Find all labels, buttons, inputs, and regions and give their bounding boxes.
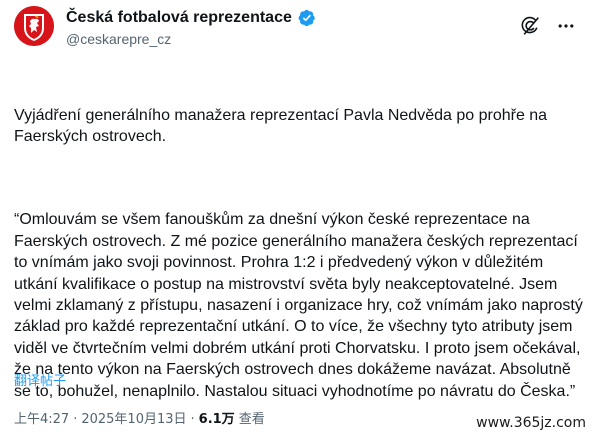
name-row: Česká fotbalová reprezentace: [66, 7, 486, 28]
views-count[interactable]: 6.1万: [199, 411, 235, 429]
grok-button[interactable]: [516, 12, 544, 40]
tweet-paragraph-intro: Vyjádření generálního manažera reprezent…: [14, 106, 552, 146]
avatar[interactable]: [14, 6, 54, 46]
more-options-button[interactable]: [552, 12, 580, 40]
tweet-meta: 上午4:27 · 2025年10月13日 · 6.1万 查看: [14, 411, 265, 429]
tweet-paragraph-quote: “Omlouvám se všem fanouškům za dnešní vý…: [14, 211, 588, 400]
translate-post-link[interactable]: 翻译帖子: [14, 373, 66, 391]
meta-separator: ·: [73, 412, 78, 427]
meta-separator: ·: [190, 412, 195, 427]
display-name[interactable]: Česká fotbalová reprezentace: [66, 7, 292, 28]
tweet-header: Česká fotbalová reprezentace @ceskarepre…: [14, 6, 580, 52]
header-actions: [516, 12, 580, 40]
post-time[interactable]: 上午4:27: [14, 411, 69, 429]
handle[interactable]: @ceskarepre_cz: [66, 29, 486, 49]
more-options-icon: [558, 24, 574, 28]
site-watermark: www.365jz.com: [474, 414, 588, 432]
czech-lion-crest-icon: [14, 6, 54, 46]
author-info: Česká fotbalová reprezentace @ceskarepre…: [66, 7, 486, 49]
views-label: 查看: [238, 412, 265, 427]
verified-badge-icon[interactable]: [298, 9, 316, 27]
grok-icon: [521, 16, 539, 35]
tweet-card: Česká fotbalová reprezentace @ceskarepre…: [0, 0, 594, 439]
tweet-text: Vyjádření generálního manažera reprezent…: [14, 62, 584, 439]
post-date[interactable]: 2025年10月13日: [81, 411, 186, 429]
